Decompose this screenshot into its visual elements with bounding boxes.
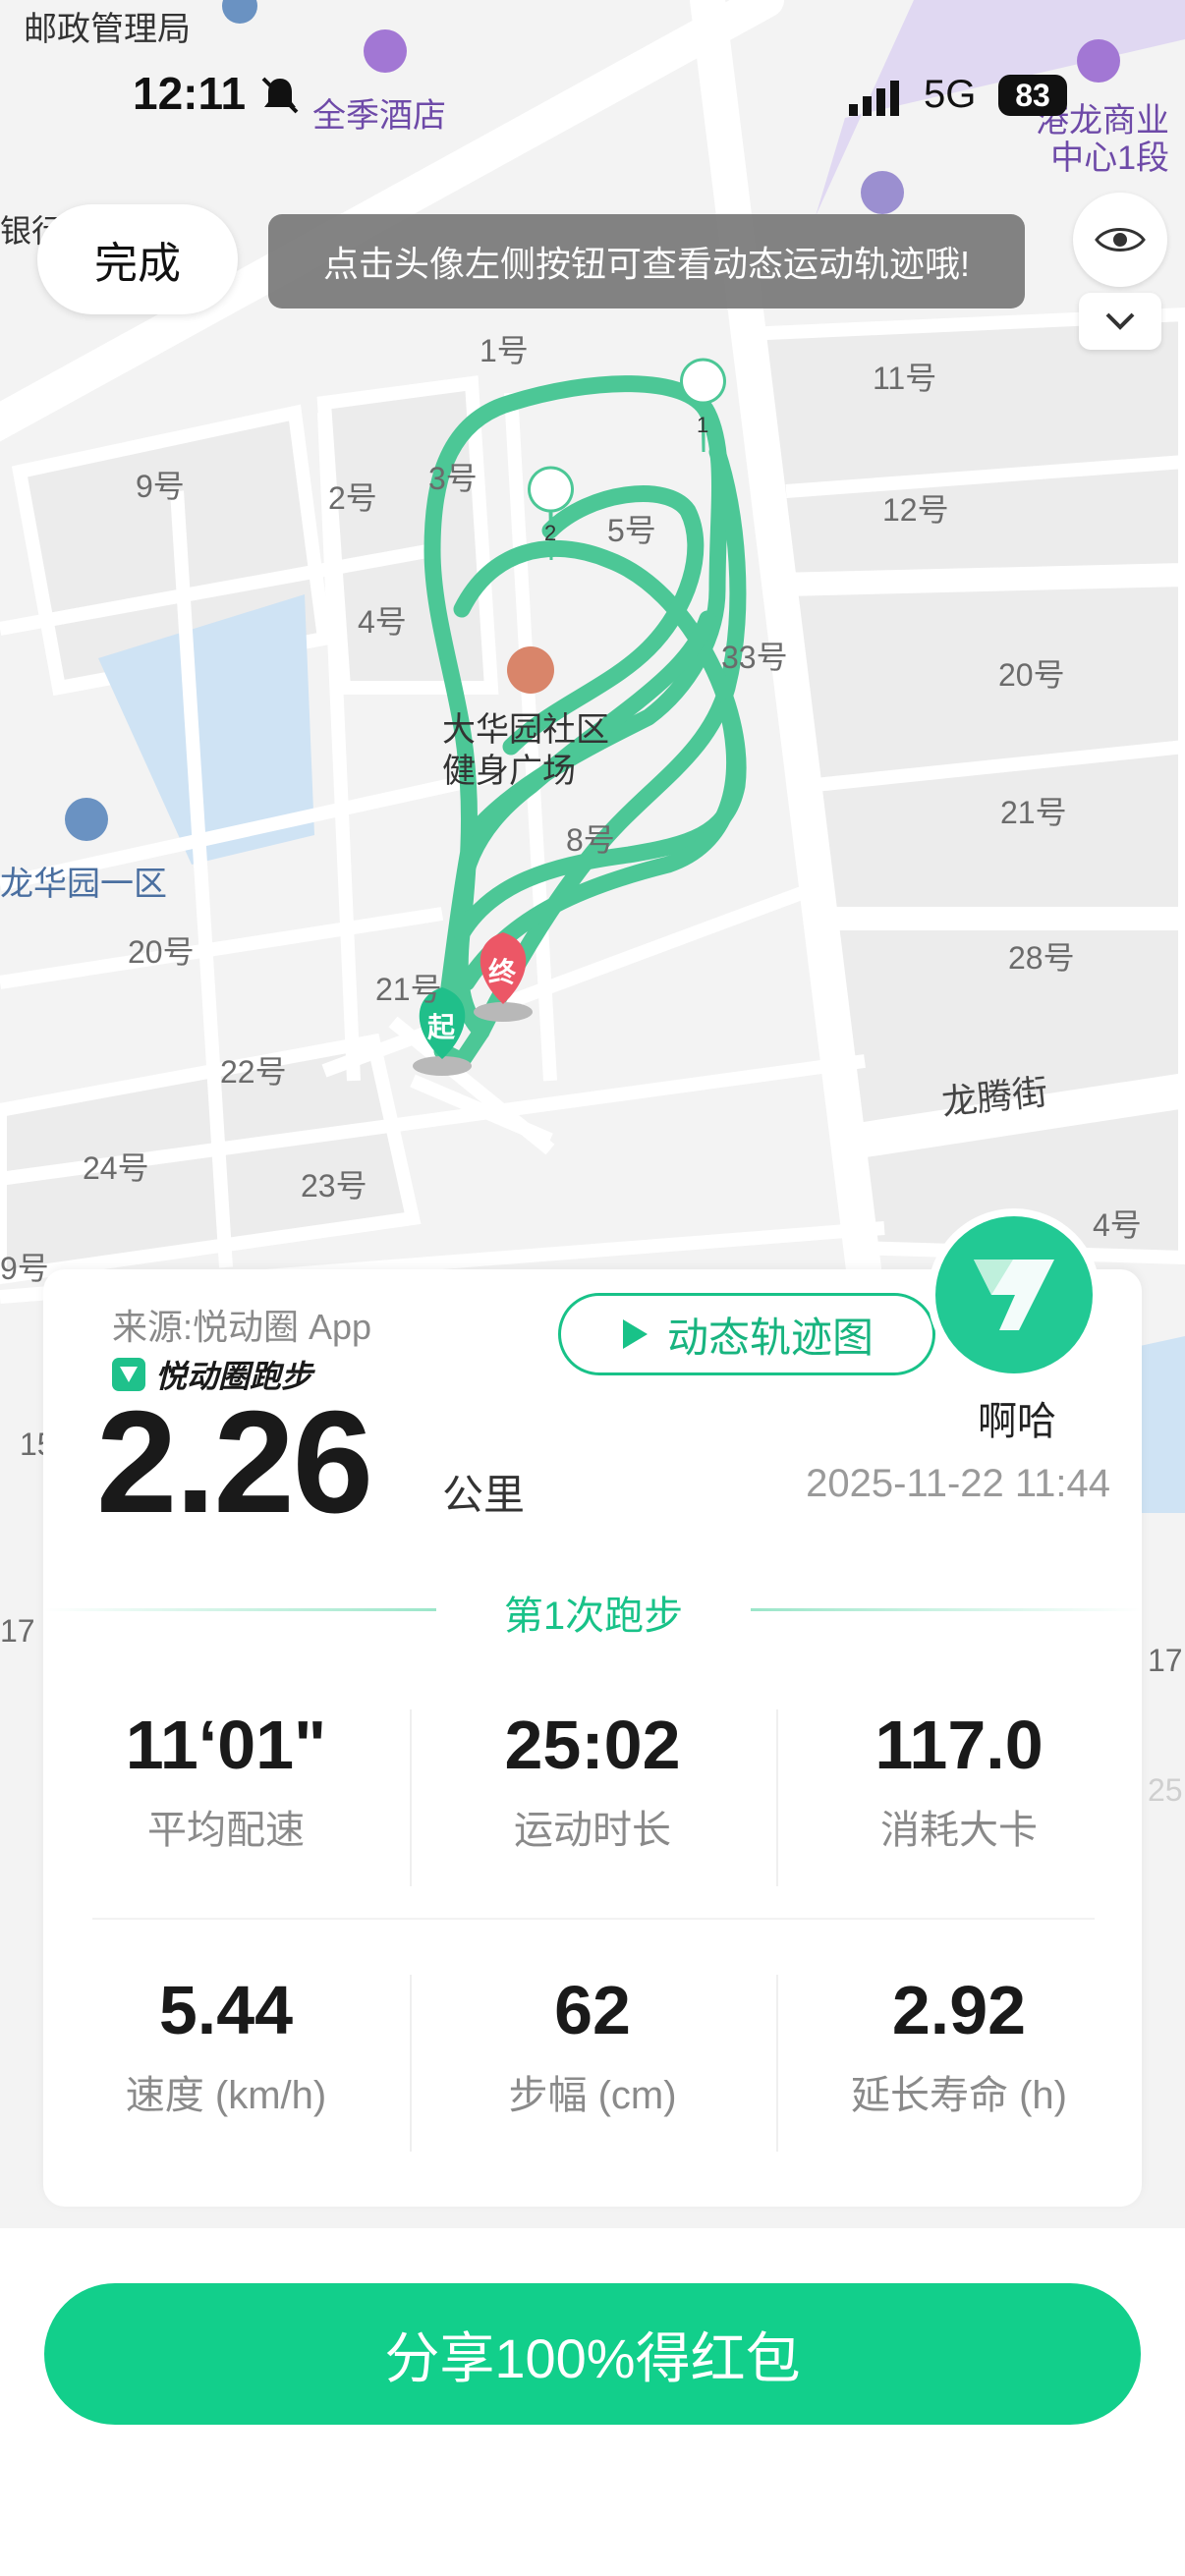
map-label: 33号 (721, 640, 788, 675)
stat-value: 117.0 (875, 1707, 1044, 1783)
distance-value: 2.26 (96, 1381, 373, 1543)
stat-value: 2.92 (891, 1972, 1027, 2048)
stat-separator (776, 1975, 778, 2152)
map-label: 25 (1148, 1772, 1183, 1808)
eye-icon (1095, 228, 1146, 252)
title-divider-left (43, 1608, 436, 1611)
visibility-toggle-button[interactable] (1073, 193, 1167, 287)
stat-label: 步幅 (cm) (508, 2074, 677, 2117)
title-divider-right (751, 1608, 1142, 1611)
map-label: 3号 (428, 461, 478, 496)
stat-row-separator (92, 1918, 1095, 1920)
map-label: 24号 (83, 1150, 149, 1186)
run-summary-card: 来源:悦动圈 App 悦动圈跑步 动态轨迹图 啊哈 2.26 公里 2025-1… (43, 1208, 1142, 2207)
map-label: 21号 (1000, 795, 1067, 830)
map-label: 9号 (136, 469, 185, 504)
stat-separator (776, 1709, 778, 1886)
end-marker-label: 终 (488, 957, 517, 987)
distance-unit: 公里 (442, 1472, 526, 1518)
map-label: 邮政管理局 (24, 11, 191, 48)
start-marker-label: 起 (427, 1012, 456, 1042)
stat-label: 延长寿命 (h) (851, 2074, 1067, 2117)
stat-label: 消耗大卡 (880, 1809, 1038, 1852)
avatar[interactable] (928, 1208, 1100, 1381)
stat-stride: 62 步幅 (cm) (410, 1971, 775, 2120)
map-label: 8号 (566, 822, 615, 858)
stat-value: 25:02 (504, 1707, 681, 1783)
map-label: 9号 (0, 1251, 49, 1286)
stat-label: 平均配速 (147, 1809, 305, 1852)
shopping-poi-icon[interactable] (1077, 39, 1120, 83)
parking-poi-icon[interactable] (861, 171, 904, 214)
stat-value: 11‘01" (125, 1707, 327, 1783)
stat-speed: 5.44 速度 (km/h) (43, 1971, 409, 2120)
stat-calories: 117.0 消耗大卡 (776, 1706, 1142, 1855)
map-label: 17 (0, 1613, 35, 1649)
app-logo-icon (974, 1260, 1054, 1330)
map-label: 11号 (873, 361, 937, 396)
map-label: 28号 (1008, 940, 1075, 976)
map-label: 2号 (328, 480, 377, 516)
map-label: 21号 (375, 972, 442, 1007)
stat-avg-pace: 11‘01" 平均配速 (43, 1706, 409, 1855)
km-marker-1-label: 1 (697, 413, 709, 437)
stat-separator (410, 1709, 412, 1886)
km-marker-2-label: 2 (544, 521, 557, 545)
mute-bell-icon (261, 77, 299, 114)
stat-value: 62 (554, 1972, 631, 2048)
hint-toast: 点击头像左侧按钮可查看动态运动轨迹哦! (268, 214, 1025, 308)
nickname: 啊哈 (978, 1400, 1056, 1443)
share-button[interactable]: 分享100%得红包 (44, 2283, 1141, 2425)
park-poi-label[interactable]: 大华园社区健身广场 (442, 709, 629, 792)
map-label: 23号 (301, 1168, 367, 1204)
map-label: 4号 (1093, 1207, 1142, 1243)
battery-level: 83 (1015, 77, 1050, 113)
hotel-poi-label[interactable]: 全季酒店 (312, 88, 446, 137)
map-label: 12号 (882, 492, 949, 528)
hotel-poi-icon[interactable] (364, 29, 407, 73)
map-label: 5号 (607, 513, 656, 548)
map-label: 1号 (480, 333, 529, 368)
stat-life-extension: 2.92 延长寿命 (h) (776, 1971, 1142, 2120)
map-label: 17 (1148, 1643, 1183, 1678)
stat-duration: 25:02 运动时长 (410, 1706, 775, 1855)
play-icon (622, 1319, 648, 1349)
stat-separator (410, 1975, 412, 2152)
signal-icon (849, 81, 899, 116)
source-label: 来源:悦动圈 App (112, 1307, 372, 1347)
battery-icon: 83 (998, 75, 1067, 116)
park-poi-icon[interactable] (507, 646, 554, 694)
map-label: 4号 (358, 604, 407, 640)
dynamic-trail-label: 动态轨迹图 (666, 1314, 874, 1361)
stat-label: 速度 (km/h) (125, 2074, 327, 2117)
dynamic-trail-button[interactable]: 动态轨迹图 (558, 1293, 935, 1375)
map-label: 20号 (128, 934, 195, 970)
residential-poi-icon[interactable] (65, 798, 108, 841)
run-datetime: 2025-11-22 11:44 (806, 1462, 1110, 1505)
map-label: 20号 (998, 657, 1065, 693)
stat-label: 运动时长 (514, 1809, 671, 1852)
done-button[interactable]: 完成 (37, 204, 238, 314)
stat-value: 5.44 (158, 1972, 294, 2048)
collapse-button[interactable] (1079, 293, 1161, 350)
run-count-title: 第1次跑步 (503, 1595, 684, 1638)
status-time: 12:11 (133, 68, 247, 119)
chevron-down-icon (1105, 312, 1135, 330)
map-label: 龙华园一区 (0, 866, 167, 903)
network-type: 5G (924, 73, 977, 116)
map-label: 22号 (220, 1054, 287, 1090)
